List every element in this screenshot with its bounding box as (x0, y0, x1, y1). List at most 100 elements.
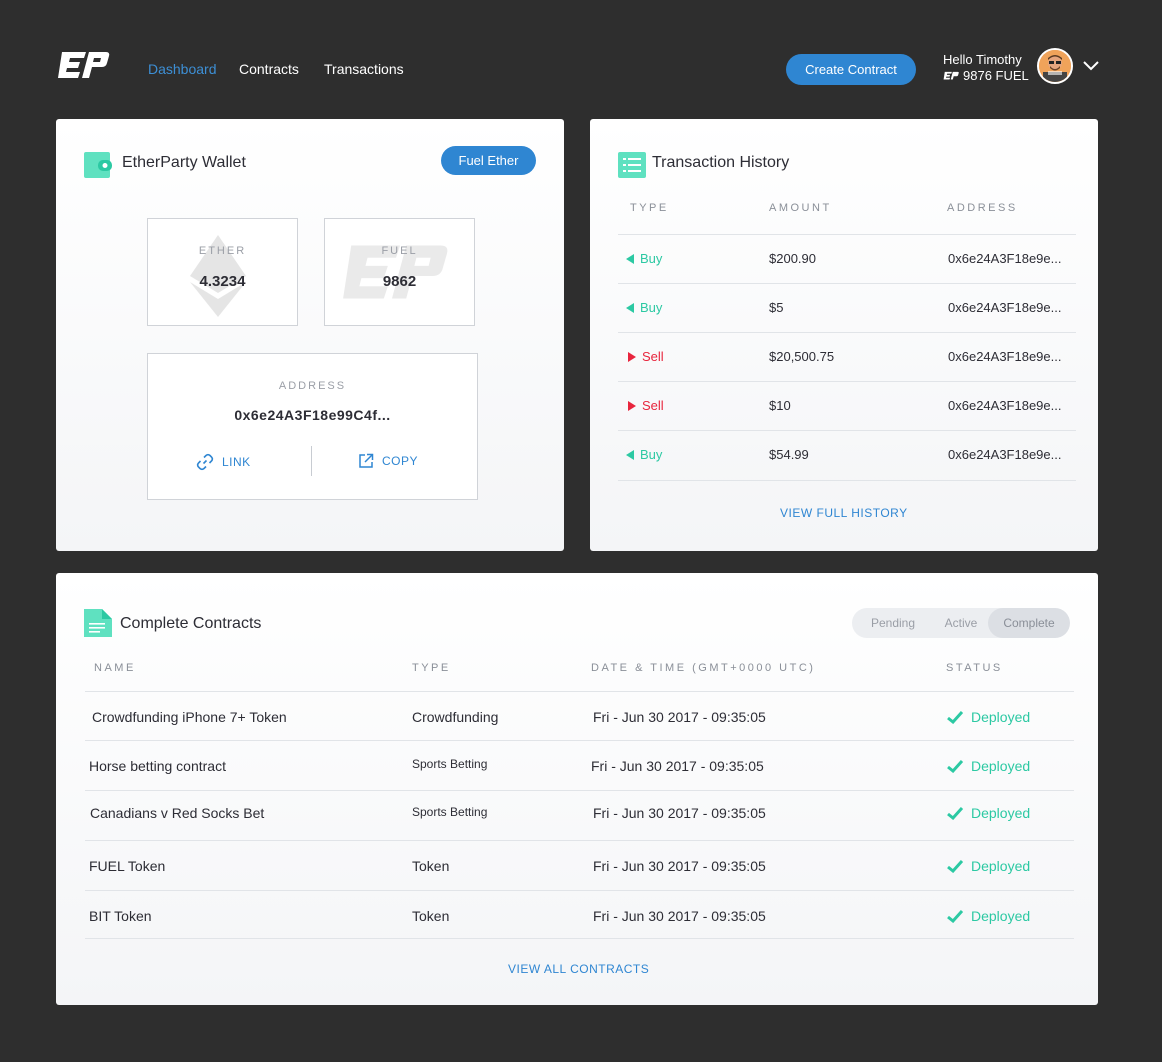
nav-contracts[interactable]: Contracts (239, 61, 299, 77)
tab-active[interactable]: Active (934, 608, 988, 638)
wallet-card: EtherParty Wallet Fuel Ether ETHER 4.323… (56, 119, 564, 551)
history-title: Transaction History (652, 154, 790, 171)
type-cell: Sports Betting (412, 805, 488, 819)
name-cell: FUEL Token (89, 858, 166, 874)
view-full-history-link[interactable]: VIEW FULL HISTORY (780, 506, 908, 520)
table-row[interactable]: Sell $10 0x6e24A3F18e9e... (618, 381, 1076, 430)
amount-cell: $200.90 (769, 251, 816, 266)
user-avatar-icon (1039, 50, 1071, 82)
status-badge: Deployed (947, 908, 1030, 924)
document-icon (84, 609, 112, 637)
header-date: DATE & TIME (GMT+0000 UTC) (591, 662, 816, 674)
etherparty-logo-icon[interactable] (56, 50, 110, 82)
fuel-value: 9862 (382, 273, 417, 290)
table-row[interactable]: Sell $20,500.75 0x6e24A3F18e9e... (618, 332, 1076, 381)
wallet-title: EtherParty Wallet (122, 154, 246, 171)
table-divider (618, 480, 1076, 481)
buy-arrow-icon (626, 449, 634, 460)
fuel-logo-icon (943, 71, 959, 80)
date-cell: Fri - Jun 30 2017 - 09:35:05 (593, 908, 766, 924)
type-cell: Token (412, 908, 450, 924)
name-cell: Crowdfunding iPhone 7+ Token (92, 709, 287, 725)
type-label: Buy (640, 300, 663, 315)
date-cell: Fri - Jun 30 2017 - 09:35:05 (593, 858, 766, 874)
type-cell: Crowdfunding (412, 709, 499, 725)
link-button[interactable]: LINK (196, 453, 251, 471)
header-name: NAME (94, 662, 136, 674)
status-label: Deployed (971, 858, 1031, 874)
type-cell: Buy (626, 300, 662, 315)
address-divider (311, 446, 312, 476)
sell-arrow-icon (628, 400, 636, 411)
nav-transactions[interactable]: Transactions (324, 61, 404, 77)
tab-complete[interactable]: Complete (988, 608, 1070, 638)
address-box: ADDRESS 0x6e24A3F18e99C4f... LINK COPY (147, 353, 478, 500)
sell-arrow-icon (628, 351, 636, 362)
create-contract-button[interactable]: Create Contract (786, 54, 916, 85)
amount-cell: $10 (769, 398, 791, 413)
table-row[interactable]: Horse betting contract Sports Betting Fr… (85, 740, 1074, 790)
check-icon (947, 759, 963, 773)
external-copy-icon (359, 453, 374, 468)
address-cell: 0x6e24A3F18e9e... (948, 447, 1062, 462)
header-type: TYPE (630, 202, 669, 214)
transaction-history-card: Transaction History TYPE AMOUNT ADDRESS … (590, 119, 1098, 551)
user-fuel-balance: 9876 FUEL (943, 68, 1029, 83)
buy-arrow-icon (626, 253, 634, 264)
header-status: STATUS (946, 662, 1003, 674)
header-address: ADDRESS (947, 202, 1018, 214)
link-label: LINK (222, 455, 251, 469)
type-cell: Sell (628, 398, 664, 413)
table-row[interactable]: Canadians v Red Socks Bet Sports Betting… (85, 790, 1074, 840)
type-cell: Sports Betting (412, 757, 488, 771)
address-cell: 0x6e24A3F18e9e... (948, 349, 1062, 364)
fuel-amount: 9876 FUEL (963, 68, 1029, 83)
type-label: Sell (642, 349, 664, 364)
type-label: Buy (640, 447, 663, 462)
contracts-title: Complete Contracts (120, 615, 262, 632)
table-row[interactable]: Buy $5 0x6e24A3F18e9e... (618, 283, 1076, 332)
type-cell: Buy (626, 251, 662, 266)
check-icon (947, 909, 963, 923)
table-row[interactable]: BIT Token Token Fri - Jun 30 2017 - 09:3… (85, 890, 1074, 940)
check-icon (947, 710, 963, 724)
copy-button[interactable]: COPY (358, 453, 418, 469)
contract-status-tabs: Pending Active Complete (852, 608, 1070, 638)
date-cell: Fri - Jun 30 2017 - 09:35:05 (593, 805, 766, 821)
ether-value: 4.3234 (199, 273, 246, 290)
amount-cell: $5 (769, 300, 784, 315)
fuel-balance-box: FUEL 9862 (324, 218, 475, 326)
tab-pending[interactable]: Pending (852, 608, 934, 638)
chevron-down-icon[interactable] (1082, 60, 1100, 72)
check-icon (947, 859, 963, 873)
address-cell: 0x6e24A3F18e9e... (948, 251, 1062, 266)
check-icon (947, 806, 963, 820)
header-type: TYPE (412, 662, 451, 674)
complete-contracts-card: Complete Contracts Pending Active Comple… (56, 573, 1098, 1005)
table-row[interactable]: Crowdfunding iPhone 7+ Token Crowdfundin… (85, 691, 1074, 741)
ether-label: ETHER (198, 245, 247, 257)
table-row[interactable]: FUEL Token Token Fri - Jun 30 2017 - 09:… (85, 840, 1074, 890)
view-all-contracts-link[interactable]: VIEW ALL CONTRACTS (508, 962, 649, 976)
status-label: Deployed (971, 805, 1031, 821)
address-cell: 0x6e24A3F18e9e... (948, 300, 1062, 315)
user-greeting: Hello Timothy (943, 52, 1022, 67)
address-cell: 0x6e24A3F18e9e... (948, 398, 1062, 413)
name-cell: BIT Token (89, 908, 152, 924)
amount-cell: $54.99 (769, 447, 809, 462)
buy-arrow-icon (626, 302, 634, 313)
table-row[interactable]: Buy $54.99 0x6e24A3F18e9e... (618, 430, 1076, 479)
table-row[interactable]: Buy $200.90 0x6e24A3F18e9e... (618, 234, 1076, 283)
amount-cell: $20,500.75 (769, 349, 835, 364)
list-icon (618, 152, 646, 178)
status-badge: Deployed (947, 858, 1030, 874)
nav-dashboard[interactable]: Dashboard (148, 61, 217, 77)
header-amount: AMOUNT (769, 202, 832, 214)
fuel-ether-button[interactable]: Fuel Ether (441, 146, 536, 175)
wallet-icon (84, 152, 112, 178)
status-badge: Deployed (947, 709, 1030, 725)
avatar[interactable] (1037, 48, 1073, 84)
address-label: ADDRESS (278, 380, 347, 392)
status-label: Deployed (971, 908, 1031, 924)
link-icon (196, 453, 214, 471)
